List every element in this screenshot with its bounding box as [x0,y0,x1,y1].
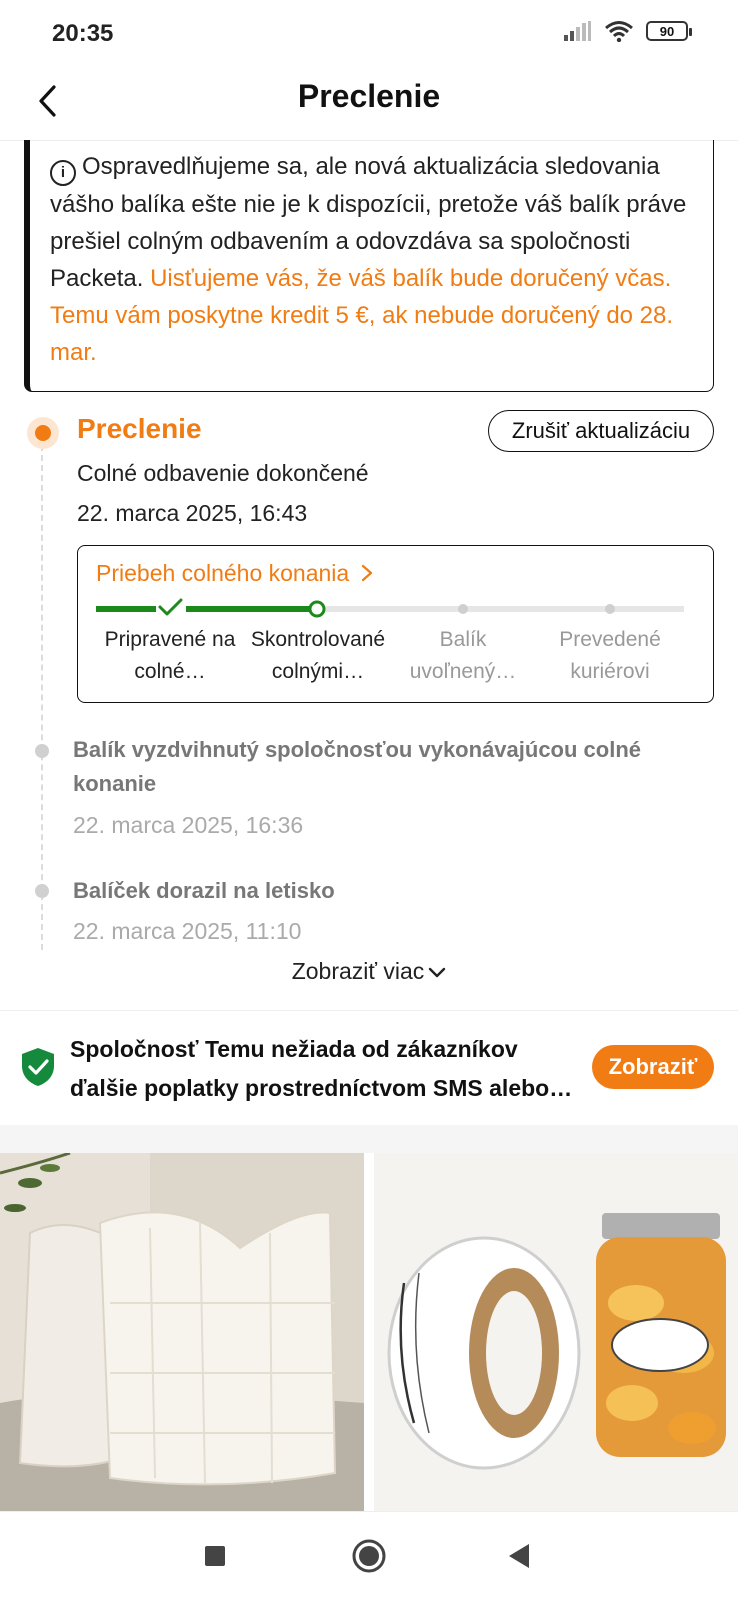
safety-banner-text: Spoločnosť Temu nežiada od zákazníkov ďa… [70,1036,550,1101]
throw-pillows-image[interactable] [0,1153,364,1511]
show-more-label: Zobraziť viac [291,958,425,984]
wifi-icon [605,21,633,42]
signal-icon [564,21,591,41]
event-time: 22. marca 2025, 16:36 [73,812,304,838]
divider [0,1010,738,1011]
status-bar: 20:35 90 [0,0,738,64]
cancel-update-button[interactable]: Zrušiť aktualizáciu [488,410,714,452]
status-icons: 90 [564,20,692,42]
stage-description: Colné odbavenie dokončené [77,460,369,486]
event-title: Balík vyzdvihnutý spoločnosťou vykonávaj… [73,737,642,796]
battery-level: 90 [659,23,675,39]
notice-highlight: Uisťujeme vás, že váš balík bude doručen… [50,265,674,366]
product-gap [364,1153,374,1511]
timeline-line [41,445,43,950]
page-title: Preclenie [297,78,441,114]
back-nav-button[interactable] [497,1534,541,1578]
event-time: 22. marca 2025, 11:10 [73,918,302,944]
timeline-dot [35,744,49,758]
triangle-back-icon [509,1544,529,1568]
customs-progress-link-label: Priebeh colného konania [96,560,350,586]
circle-icon [352,1539,386,1573]
step-label-3: Balík uvoľnený… [409,628,517,683]
recent-apps-button[interactable] [193,1534,237,1578]
header: Preclenie [0,64,738,141]
jar-labels-image[interactable] [374,1153,738,1511]
timeline-dot-active [27,417,59,449]
section-separator [0,1125,738,1153]
view-button[interactable]: Zobraziť [592,1045,714,1089]
step-label-1: Pripravené na colné… [104,628,236,683]
customs-progress-card: Priebeh colného konania Pripravené na co… [77,545,714,703]
show-more-button[interactable]: Zobraziť viac [0,958,738,985]
stage-title: Preclenie [77,413,202,444]
customs-progress-link[interactable]: Priebeh colného konania [96,560,374,587]
shield-check-icon [22,1048,54,1086]
timeline-dot [35,884,49,898]
tracking-notice: i Ospravedlňujeme sa, ale nová aktualizác… [24,140,714,392]
clock: 20:35 [52,20,114,47]
step-label-2: Skontrolované colnými… [250,628,386,683]
battery-icon: 90 [646,21,692,41]
stage-time: 22. marca 2025, 16:43 [77,500,308,526]
info-icon: i [50,160,76,186]
square-icon [205,1546,225,1566]
system-nav-bar [0,1511,738,1601]
customs-progress-bar [96,598,684,618]
home-button[interactable] [347,1534,391,1578]
step-label-4: Prevedené kuriérovi [559,628,661,683]
chevron-right-icon [361,564,372,582]
chevron-down-icon [429,967,446,978]
event-title: Balíček dorazil na letisko [73,878,335,903]
